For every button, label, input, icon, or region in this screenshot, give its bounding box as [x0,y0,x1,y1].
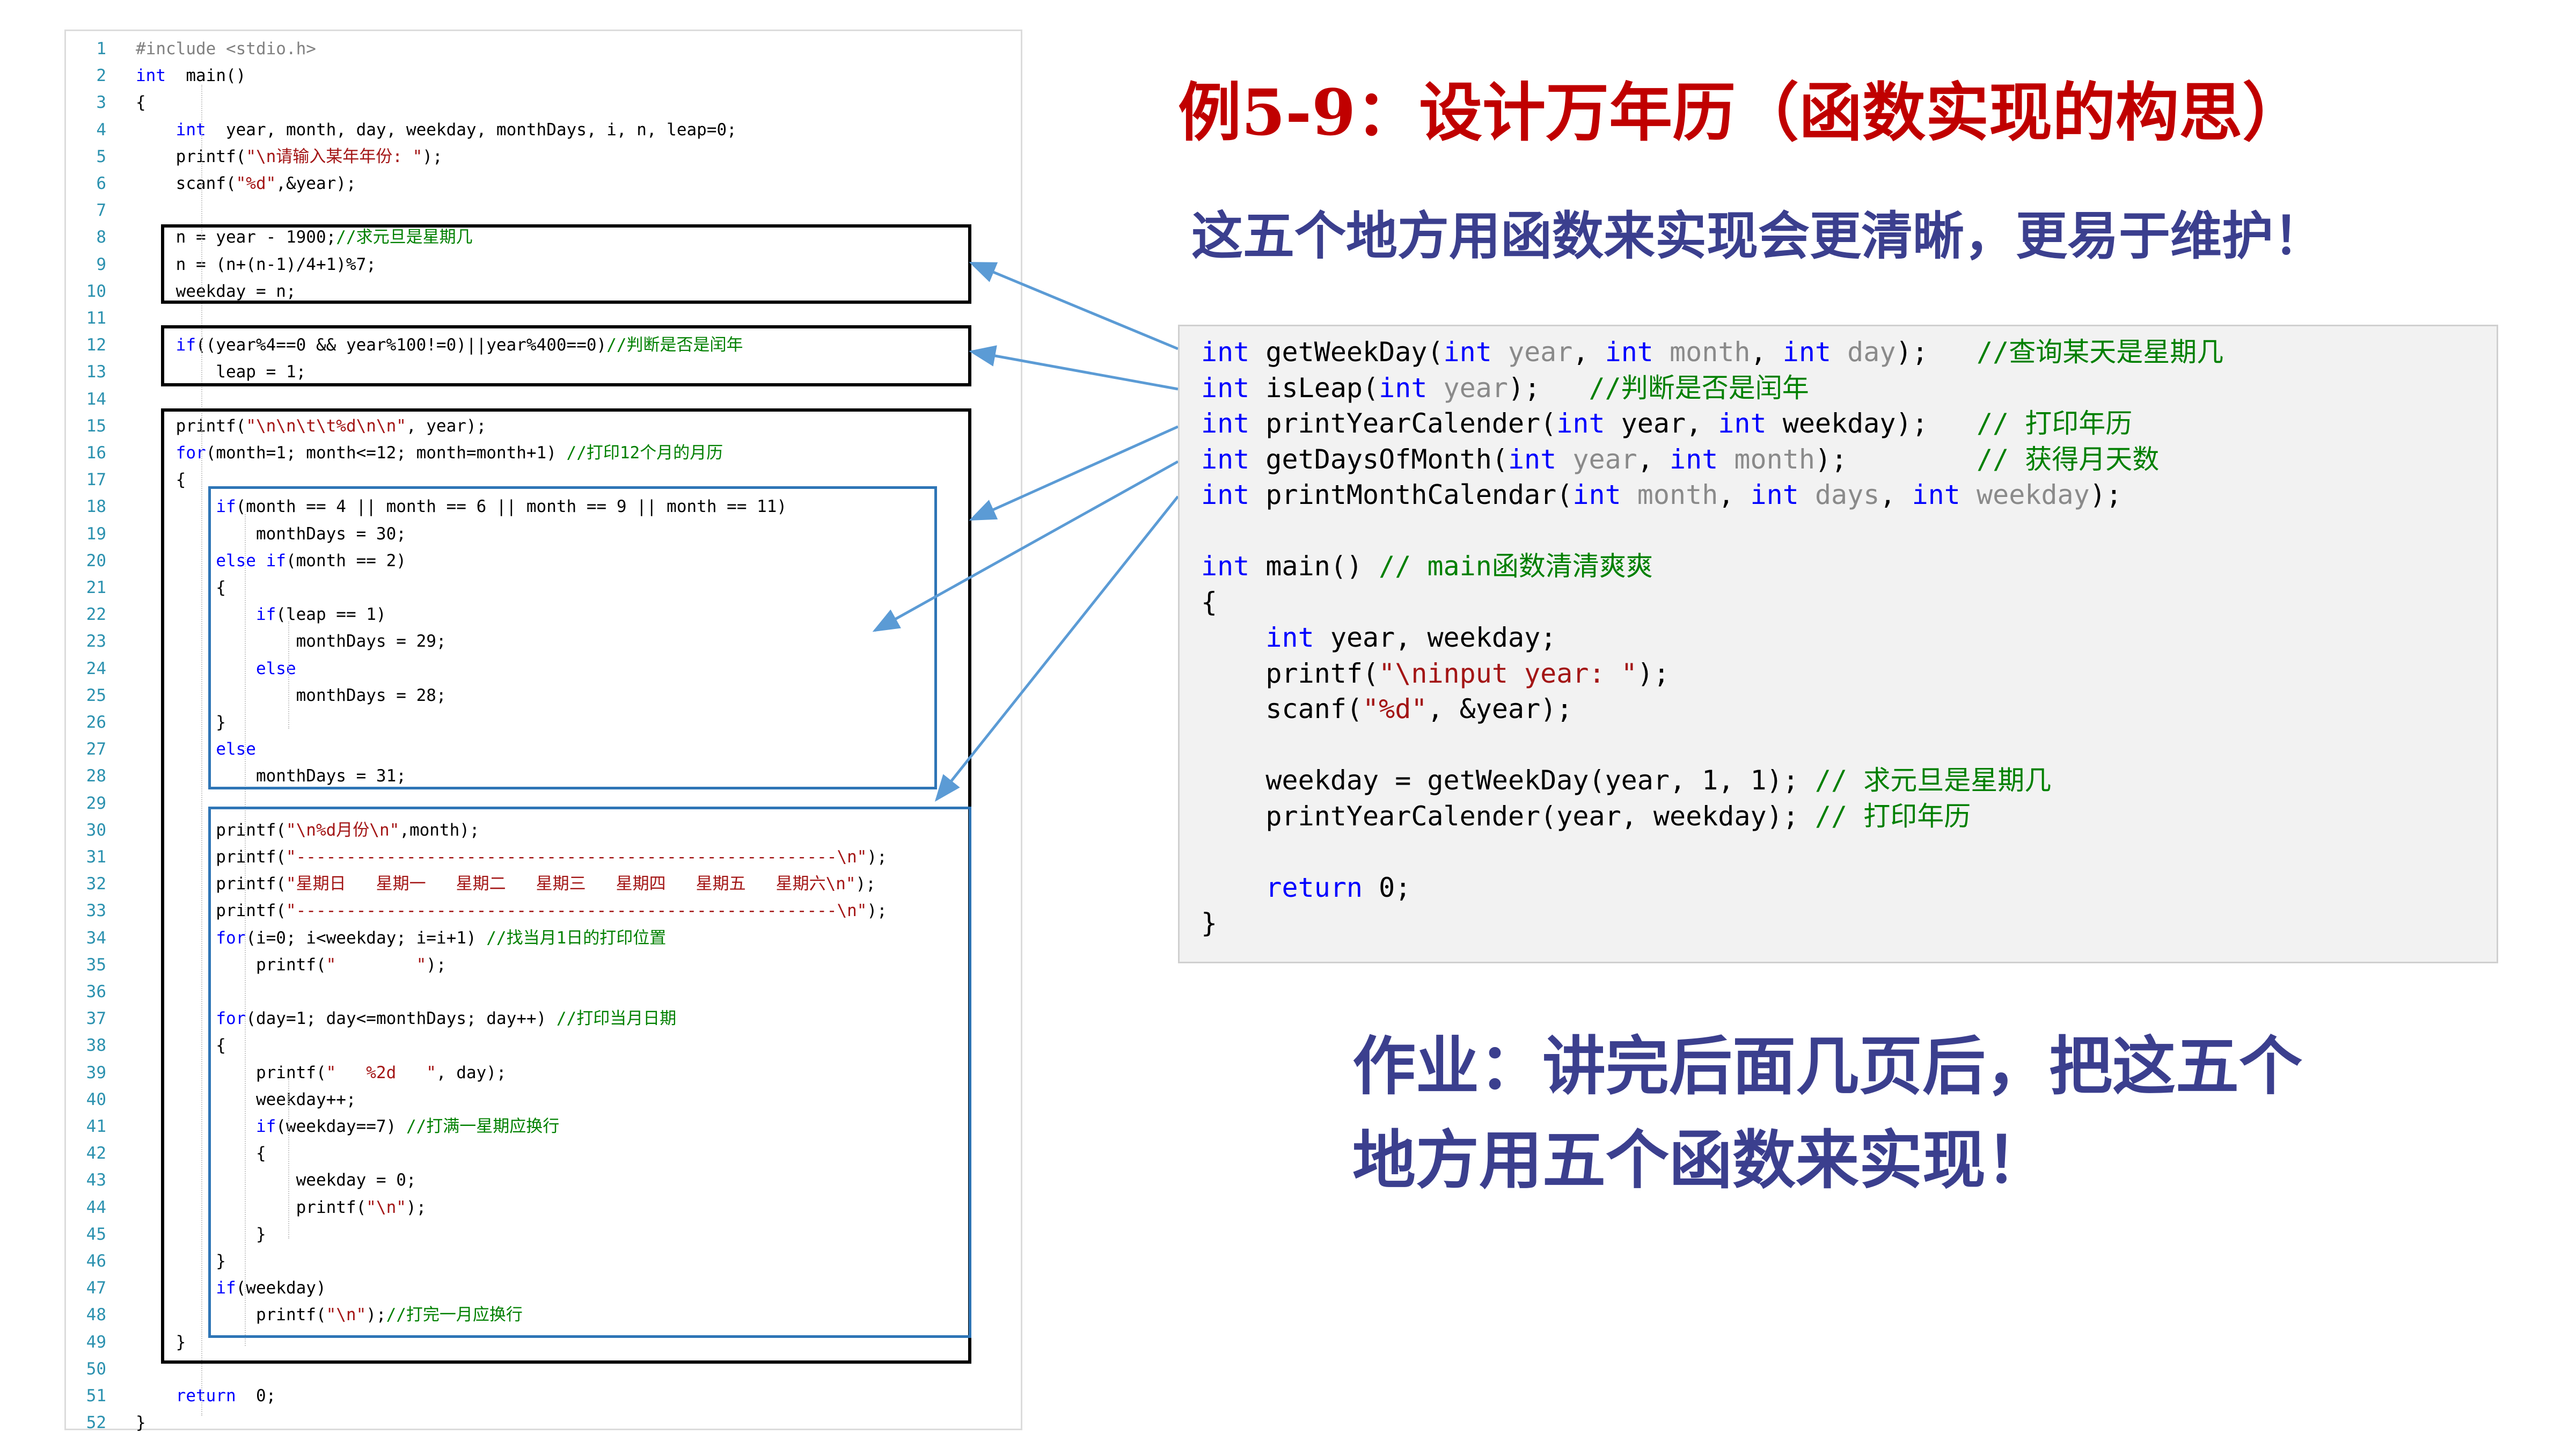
code-token: isLeap( [1249,372,1379,404]
code-token: int [1201,372,1250,404]
code-token: 0; [1363,872,1411,903]
page-title: 例5-9：设计万年历（函数实现的构思） [1178,75,2306,150]
function-code-line: int year, weekday; [1201,620,1556,655]
function-code-line: int getWeekDay(int year, int month, int … [1201,334,2223,370]
code-token: int [1201,443,1250,475]
code-token: ); [1637,657,1670,689]
function-code-line: printYearCalender(year, weekday); // 打印年… [1201,799,1971,834]
function-code-panel: int getWeekDay(int year, int month, int … [1178,325,2498,963]
code-token: , &year); [1427,693,1573,724]
homework-line-1: 作业：讲完后面几页后，把这五个 [1352,1029,2303,1103]
function-code-line: int printMonthCalendar(int month, int da… [1201,477,2122,513]
code-token: getDaysOfMonth( [1249,443,1508,475]
code-token: int [1718,408,1767,439]
code-token: int [1912,479,1960,510]
function-code-line: { [1201,584,1217,620]
code-token: weekday [1960,479,2090,510]
code-token: printYearCalender( [1249,408,1557,439]
function-code-line: int getDaysOfMonth(int year, int month);… [1201,442,2159,477]
arrow-isleap [969,345,1179,391]
function-code-line: printf("\ninput year: "); [1201,656,1670,691]
code-token: ); [2089,479,2122,510]
code-token: } [1201,908,1218,939]
function-code-line: weekday = getWeekDay(year, 1, 1); // 求元旦… [1201,763,2051,798]
code-token: year, [1605,408,1718,439]
code-token: year, weekday; [1314,622,1557,653]
code-token: int [1556,408,1605,439]
code-token: return [1265,872,1363,903]
code-token: weekday = getWeekDay(year, 1, 1); [1201,765,1815,796]
code-token: int [1265,622,1314,653]
code-token: year [1491,336,1573,368]
code-token: scanf( [1201,693,1363,724]
code-token: weekday); [1766,408,1977,439]
code-token: year [1427,372,1508,404]
function-code-line: int main() // main函数清清爽爽 [1201,548,1653,584]
code-token: , [1750,336,1783,368]
code-token: // 获得月天数 [1976,443,2160,475]
code-token: int [1201,336,1250,368]
code-token: , [1879,479,1912,510]
code-token: printYearCalender(year, weekday); [1201,800,1815,832]
code-token: main() [1249,551,1379,582]
function-code-line: } [1201,905,1217,941]
code-token: day [1831,336,1896,368]
function-code-line: scanf("%d", &year); [1201,691,1572,727]
code-token: int [1201,551,1250,582]
function-code-line: int printYearCalender(int year, int week… [1201,406,2132,441]
code-token: // 打印年历 [1814,800,1971,832]
code-token: days [1798,479,1880,510]
code-token: year [1556,443,1637,475]
code-token: ); [1896,336,1977,368]
subtitle: 这五个地方用函数来实现会更清晰，更易于维护！ [1191,206,2325,266]
arrow-printmonthcalendar [934,495,1179,802]
code-token: "\ninput year: " [1379,657,1637,689]
code-token: //判断是否是闰年 [1589,372,1809,404]
code-token: ); [1507,372,1589,404]
code-token: int [1443,336,1492,368]
arrow-getweekday [969,261,1179,350]
code-token: // 打印年历 [1976,408,2133,439]
code-token: int [1782,336,1832,368]
code-token: , [1718,479,1751,510]
code-token: { [1201,586,1218,618]
code-token: month [1653,336,1751,368]
arrow-printyearcalender [969,425,1179,521]
code-token: int [1507,443,1557,475]
code-token: int [1750,479,1799,510]
code-token: int [1201,408,1250,439]
arrow-getdaysofmonth [872,460,1179,632]
code-token: int [1670,443,1718,475]
code-token: month [1718,443,1815,475]
homework-line-2: 地方用五个函数来实现！ [1352,1123,2050,1197]
code-token: , [1572,336,1605,368]
code-token: // main函数清清爽爽 [1379,551,1653,582]
code-token: getWeekDay( [1249,336,1444,368]
code-token: printMonthCalendar( [1249,479,1573,510]
code-token: ); [1814,443,1977,475]
code-token: int [1201,479,1250,510]
function-code-line: return 0; [1201,870,1411,905]
code-token: month [1621,479,1718,510]
code-token: "%d" [1363,693,1428,724]
function-code-line: int isLeap(int year); //判断是否是闰年 [1201,370,1809,406]
code-token: //查询某天是星期几 [1977,336,2224,368]
code-token: , [1637,443,1670,475]
code-token: int [1605,336,1653,368]
homework-note: 作业：讲完后面几页后，把这五个 地方用五个函数来实现！ [1352,1020,2426,1208]
code-token: printf( [1201,657,1379,689]
code-token: int [1572,479,1621,510]
code-token: // 求元旦是星期几 [1814,765,2052,796]
code-token: int [1379,372,1428,404]
